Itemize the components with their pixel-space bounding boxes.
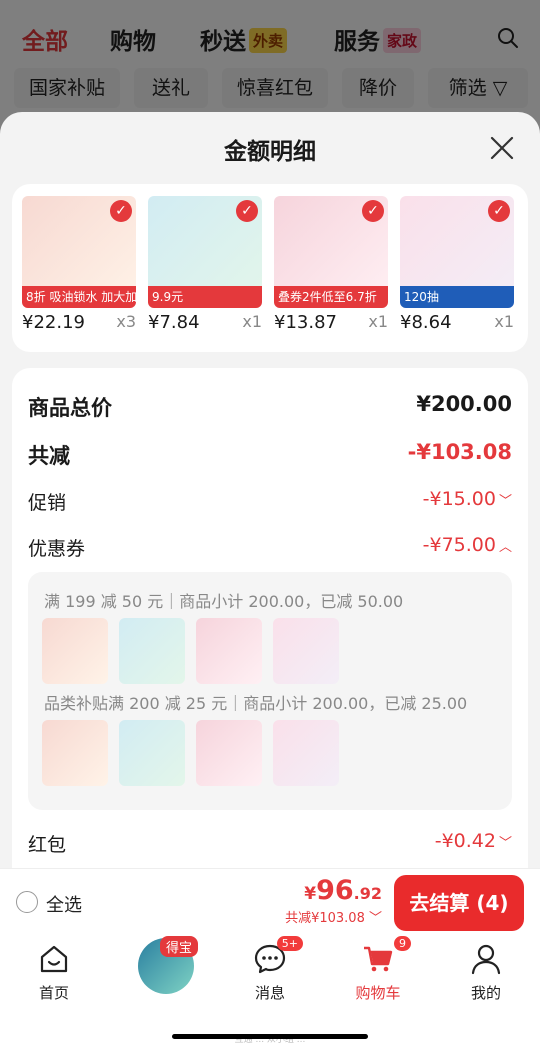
checkout-button[interactable]: 去结算 (4) [394, 875, 524, 931]
product-thumb [273, 618, 339, 684]
message-icon: 5+ [253, 936, 303, 976]
check-icon[interactable]: ✓ [362, 200, 384, 222]
row-promotion[interactable]: 促销 -¥15.00 ﹀ [28, 488, 512, 518]
total-price-value: ¥200.00 [416, 392, 512, 416]
product-price: ¥22.19 [22, 312, 85, 333]
saved-amount-text: 共减¥103.08 [285, 911, 365, 926]
product-price: ¥8.64 [400, 312, 452, 333]
nav-label: 消息 [254, 984, 285, 1002]
promotion-label: 促销 [28, 492, 67, 514]
product-thumb [119, 618, 185, 684]
cart-badge: 9 [394, 936, 411, 951]
product-price: ¥7.84 [148, 312, 200, 333]
total-price-label: 商品总价 [28, 396, 112, 420]
chevron-down-icon: ﹀ [368, 911, 382, 926]
product-thumb [42, 618, 108, 684]
coupon-value: -¥75.00 [422, 534, 496, 556]
nav-label: 购物车 [355, 984, 401, 1002]
product-image: ✓ 8折 吸油锁水 加大加厚 [22, 196, 136, 308]
coupon-detail-box: 满 199 减 50 元｜商品小计 200.00，已减 50.00 品类补贴满 … [28, 572, 512, 810]
cart-icon: 9 [361, 936, 411, 976]
profile-icon [469, 942, 503, 976]
redpack-label: 红包 [28, 834, 67, 856]
product-tag: 120抽 [400, 286, 514, 308]
product-item[interactable]: ✓ 8折 吸油锁水 加大加厚 ¥22.19 x3 [22, 196, 136, 333]
product-price: ¥13.87 [274, 312, 337, 333]
total-reduce-value: -¥103.08 [407, 440, 512, 464]
row-total-price: 商品总价 ¥200.00 [28, 392, 512, 422]
row-coupon[interactable]: 优惠券 -¥75.00 ︿ [28, 534, 512, 564]
promo-tag: 得宝 [160, 936, 199, 957]
amount-detail-sheet: 金额明细 ✓ 8折 吸油锁水 加大加厚 ¥22.19 x3 ✓ 9.9元 ¥7.… [0, 112, 540, 932]
footer-watermark: 互通 ... 众小组 ... [0, 1030, 540, 1050]
product-qty: x1 [494, 312, 514, 331]
coupon-detail-text: 品类补贴满 200 减 25 元｜商品小计 200.00，已减 25.00 [44, 694, 468, 713]
product-item[interactable]: ✓ 9.9元 ¥7.84 x1 [148, 196, 262, 333]
check-icon[interactable]: ✓ [236, 200, 258, 222]
total-reduce-label: 共减 [28, 444, 70, 468]
chevron-down-icon: ﹀ [498, 836, 512, 851]
close-icon[interactable] [488, 134, 516, 162]
home-icon [37, 942, 71, 976]
product-thumb [42, 720, 108, 786]
checkout-bar: 全选 ¥96.92 共减¥103.08 ﹀ 去结算 (4) [0, 868, 540, 934]
nav-label: 我的 [470, 984, 501, 1002]
row-total-reduce: 共减 -¥103.08 [28, 440, 512, 470]
product-tag: 叠券2件低至6.7折 [274, 286, 388, 308]
product-thumb [273, 720, 339, 786]
check-icon[interactable]: ✓ [110, 200, 132, 222]
nav-label: 首页 [38, 984, 69, 1002]
currency-symbol: ¥ [304, 884, 317, 904]
check-icon[interactable]: ✓ [488, 200, 510, 222]
sheet-title: 金额明细 [224, 139, 316, 165]
product-strip: ✓ 8折 吸油锁水 加大加厚 ¥22.19 x3 ✓ 9.9元 ¥7.84 x1… [12, 184, 528, 352]
product-qty: x1 [242, 312, 262, 331]
coupon-detail-text: 满 199 减 50 元｜商品小计 200.00，已减 50.00 [44, 592, 404, 611]
nav-home[interactable]: 首页 [14, 942, 94, 1003]
amount-breakdown: 商品总价 ¥200.00 共减 -¥103.08 促销 -¥15.00 ﹀ 优惠券… [12, 368, 528, 932]
product-thumb [196, 720, 262, 786]
message-badge: 5+ [276, 936, 303, 951]
product-image: ✓ 9.9元 [148, 196, 262, 308]
saved-amount[interactable]: 共减¥103.08 ﹀ [285, 907, 382, 926]
total-decimal: .92 [353, 884, 382, 903]
product-item[interactable]: ✓ 叠券2件低至6.7折 ¥13.87 x1 [274, 196, 388, 333]
redpack-value: -¥0.42 [434, 830, 496, 852]
row-redpack[interactable]: 红包 -¥0.42 ﹀ [28, 830, 512, 860]
product-qty: x3 [116, 312, 136, 331]
product-item[interactable]: ✓ 120抽 ¥8.64 x1 [400, 196, 514, 333]
nav-profile[interactable]: 我的 [446, 942, 526, 1003]
chevron-up-icon: ︿ [498, 540, 512, 555]
total-integer: 96 [316, 875, 354, 906]
product-tag: 8折 吸油锁水 加大加厚 [22, 286, 136, 308]
select-all-radio[interactable] [16, 891, 38, 913]
nav-messages[interactable]: 5+ 消息 [230, 936, 310, 1003]
product-qty: x1 [368, 312, 388, 331]
product-thumb [119, 720, 185, 786]
chevron-down-icon: ﹀ [498, 494, 512, 509]
bottom-nav: 首页 5+ 消息 9 购物车 我的 [0, 934, 540, 1030]
product-tag: 9.9元 [148, 286, 262, 308]
promotion-value: -¥15.00 [422, 488, 496, 510]
nav-cart[interactable]: 9 购物车 [338, 936, 418, 1003]
product-image: ✓ 120抽 [400, 196, 514, 308]
product-thumb [196, 618, 262, 684]
product-image: ✓ 叠券2件低至6.7折 [274, 196, 388, 308]
total-amount: ¥96.92 [304, 875, 382, 906]
coupon-label: 优惠券 [28, 538, 86, 560]
select-all-label[interactable]: 全选 [46, 891, 82, 917]
home-indicator [172, 1034, 368, 1039]
